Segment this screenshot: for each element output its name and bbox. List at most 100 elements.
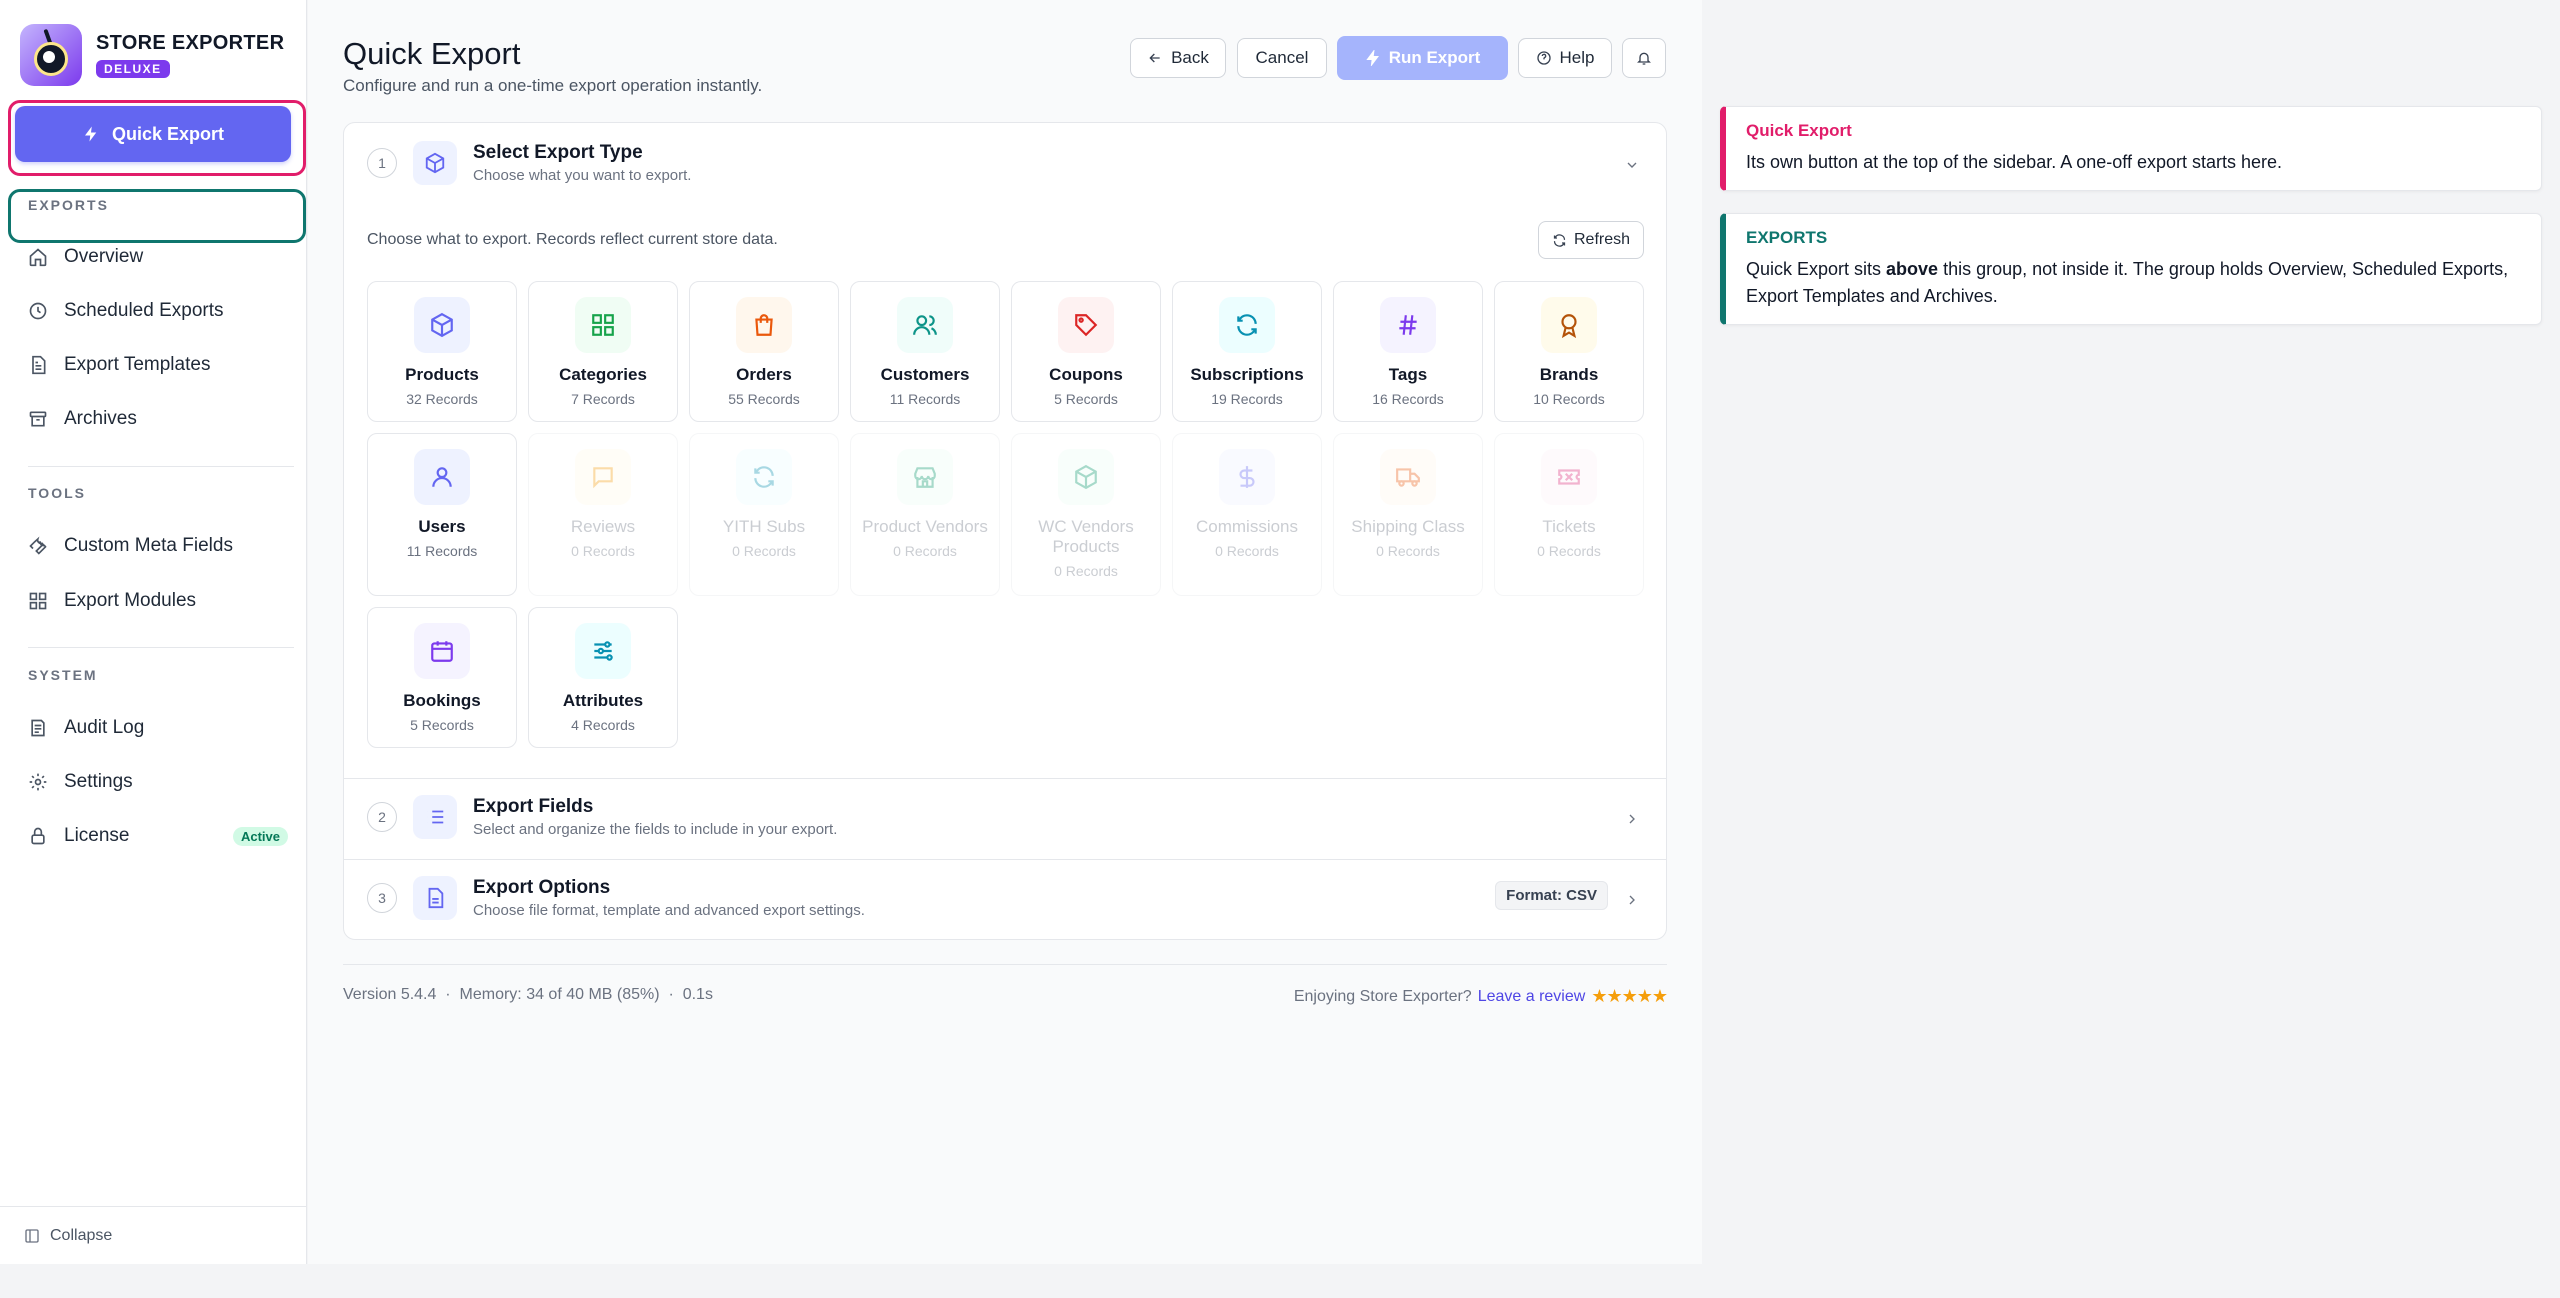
- export-type-tile-commissions[interactable]: Commissions 0 Records: [1172, 433, 1322, 596]
- tile-count: 11 Records: [406, 543, 478, 559]
- tile-name: Subscriptions: [1190, 365, 1304, 384]
- tile-count: 7 Records: [571, 391, 635, 407]
- leave-review-link[interactable]: Leave a review: [1478, 988, 1586, 1006]
- sliders-icon: [575, 623, 631, 679]
- back-button[interactable]: Back: [1130, 38, 1226, 78]
- footer-review: Enjoying Store Exporter? Leave a review …: [1294, 986, 1668, 1007]
- tile-count: 0 Records: [1537, 543, 1601, 559]
- chevron-right-icon[interactable]: [1624, 892, 1640, 908]
- export-type-tile-coupons[interactable]: Coupons 5 Records: [1011, 281, 1161, 422]
- run-export-label: Run Export: [1388, 48, 1481, 67]
- sidebar-divider: [28, 647, 294, 648]
- help-button[interactable]: Help: [1518, 38, 1612, 78]
- sidebar-item-settings[interactable]: Settings: [28, 764, 288, 800]
- refresh-icon: [736, 449, 792, 505]
- export-type-tile-customers[interactable]: Customers 11 Records: [850, 281, 1000, 422]
- chevron-right-icon[interactable]: [1624, 811, 1640, 827]
- collapse-button[interactable]: Collapse: [0, 1206, 307, 1264]
- log-icon: [31, 719, 45, 737]
- file-icon: [32, 355, 46, 375]
- tile-count: 0 Records: [732, 543, 796, 559]
- export-type-tile-bookings[interactable]: Bookings 5 Records: [367, 607, 517, 748]
- run-export-button[interactable]: Run Export: [1337, 36, 1508, 80]
- export-type-tile-categories[interactable]: Categories 7 Records: [528, 281, 678, 422]
- quick-export-button[interactable]: Quick Export: [15, 106, 291, 162]
- step-3-header[interactable]: 3 Export Options Choose file format, tem…: [367, 876, 865, 920]
- version-text: Version 5.4.4: [343, 986, 437, 1003]
- user-icon: [414, 449, 470, 505]
- step-title: Export Fields: [473, 796, 594, 817]
- tag-icon: [1058, 297, 1114, 353]
- tile-count: 19 Records: [1211, 391, 1283, 407]
- sidebar-item-export-modules[interactable]: Export Modules: [28, 583, 288, 619]
- export-type-tile-yith-subs[interactable]: YITH Subs 0 Records: [689, 433, 839, 596]
- ticket-icon: [1541, 449, 1597, 505]
- note-body-emphasis: above: [1886, 259, 1939, 279]
- brand: STORE EXPORTER DELUXE: [20, 24, 284, 86]
- brand-logo: [20, 24, 82, 86]
- bottom-strip: [0, 1264, 2560, 1298]
- brand-badge: DELUXE: [96, 60, 170, 78]
- tile-count: 16 Records: [1372, 391, 1444, 407]
- step-subtitle: Choose what you want to export.: [473, 167, 692, 184]
- export-type-tile-brands[interactable]: Brands 10 Records: [1494, 281, 1644, 422]
- note-exports: EXPORTS Quick Export sits above this gro…: [1720, 213, 2542, 325]
- export-type-tile-orders[interactable]: Orders 55 Records: [689, 281, 839, 422]
- bolt-icon: [84, 126, 97, 142]
- clock-icon: [29, 302, 47, 320]
- step-1-header[interactable]: 1 Select Export Type Choose what you wan…: [367, 141, 691, 185]
- sidebar-item-label: Audit Log: [64, 717, 145, 738]
- sidebar-collapse-icon: [25, 1228, 39, 1243]
- export-type-tile-shipping-class[interactable]: Shipping Class 0 Records: [1333, 433, 1483, 596]
- sidebar-item-audit-log[interactable]: Audit Log: [28, 710, 288, 746]
- export-type-tile-tags[interactable]: Tags 16 Records: [1333, 281, 1483, 422]
- lock-icon: [31, 827, 45, 845]
- page-subtitle: Configure and run a one-time export oper…: [343, 76, 763, 95]
- refresh-icon: [1219, 297, 1275, 353]
- sidebar-item-export-templates[interactable]: Export Templates: [28, 347, 288, 383]
- export-type-tile-reviews[interactable]: Reviews 0 Records: [528, 433, 678, 596]
- tile-name: Tags: [1388, 365, 1428, 384]
- home-icon: [29, 248, 47, 267]
- export-type-tile-products[interactable]: Products 32 Records: [367, 281, 517, 422]
- footer-divider: [343, 964, 1667, 965]
- tile-name: Bookings: [403, 691, 481, 710]
- notifications-button[interactable]: [1622, 38, 1666, 78]
- tile-count: 11 Records: [889, 391, 961, 407]
- archive-icon: [29, 411, 47, 427]
- file-icon: [413, 876, 457, 920]
- export-type-tile-wc-vendors-products[interactable]: WC Vendors Products 0 Records: [1011, 433, 1161, 596]
- sidebar-item-scheduled-exports[interactable]: Scheduled Exports: [28, 293, 288, 329]
- bag-icon: [736, 297, 792, 353]
- chevron-down-icon[interactable]: [1624, 157, 1640, 173]
- section-system: SYSTEM: [28, 667, 98, 683]
- sidebar-item-label: Settings: [64, 771, 133, 792]
- sidebar-item-label: Overview: [64, 246, 144, 267]
- step-number: 2: [367, 802, 397, 832]
- sidebar-item-archives[interactable]: Archives: [28, 401, 288, 437]
- box-icon: [413, 141, 457, 185]
- rating-stars-icon[interactable]: ★★★★★: [1591, 986, 1668, 1007]
- export-type-tile-tickets[interactable]: Tickets 0 Records: [1494, 433, 1644, 596]
- tile-name: YITH Subs: [722, 517, 806, 536]
- sidebar-item-custom-meta-fields[interactable]: Custom Meta Fields: [28, 528, 288, 564]
- note-quick-export: Quick Export Its own button at the top o…: [1720, 106, 2542, 191]
- note-title: Quick Export: [1746, 121, 1852, 140]
- export-type-tile-attributes[interactable]: Attributes 4 Records: [528, 607, 678, 748]
- footer-meta: Version 5.4.4 · Memory: 34 of 40 MB (85%…: [343, 986, 713, 1003]
- step-subtitle: Select and organize the fields to includ…: [473, 821, 838, 838]
- export-type-tile-product-vendors[interactable]: Product Vendors 0 Records: [850, 433, 1000, 596]
- tile-count: 10 Records: [1533, 391, 1605, 407]
- export-type-tile-users[interactable]: Users 11 Records: [367, 433, 517, 596]
- memory-text: Memory: 34 of 40 MB (85%): [459, 986, 660, 1003]
- cancel-button[interactable]: Cancel: [1237, 38, 1327, 78]
- export-type-tile-subscriptions[interactable]: Subscriptions 19 Records: [1172, 281, 1322, 422]
- sidebar-item-label: License: [64, 825, 130, 846]
- step-2-header[interactable]: 2 Export Fields Select and organize the …: [367, 795, 837, 839]
- sidebar-item-overview[interactable]: Overview: [28, 239, 288, 275]
- tile-count: 0 Records: [1054, 563, 1118, 579]
- refresh-button[interactable]: Refresh: [1538, 221, 1644, 259]
- sidebar-item-license[interactable]: License Active: [28, 818, 288, 854]
- help-label: Help: [1559, 48, 1595, 67]
- tile-name: Brands: [1539, 365, 1599, 384]
